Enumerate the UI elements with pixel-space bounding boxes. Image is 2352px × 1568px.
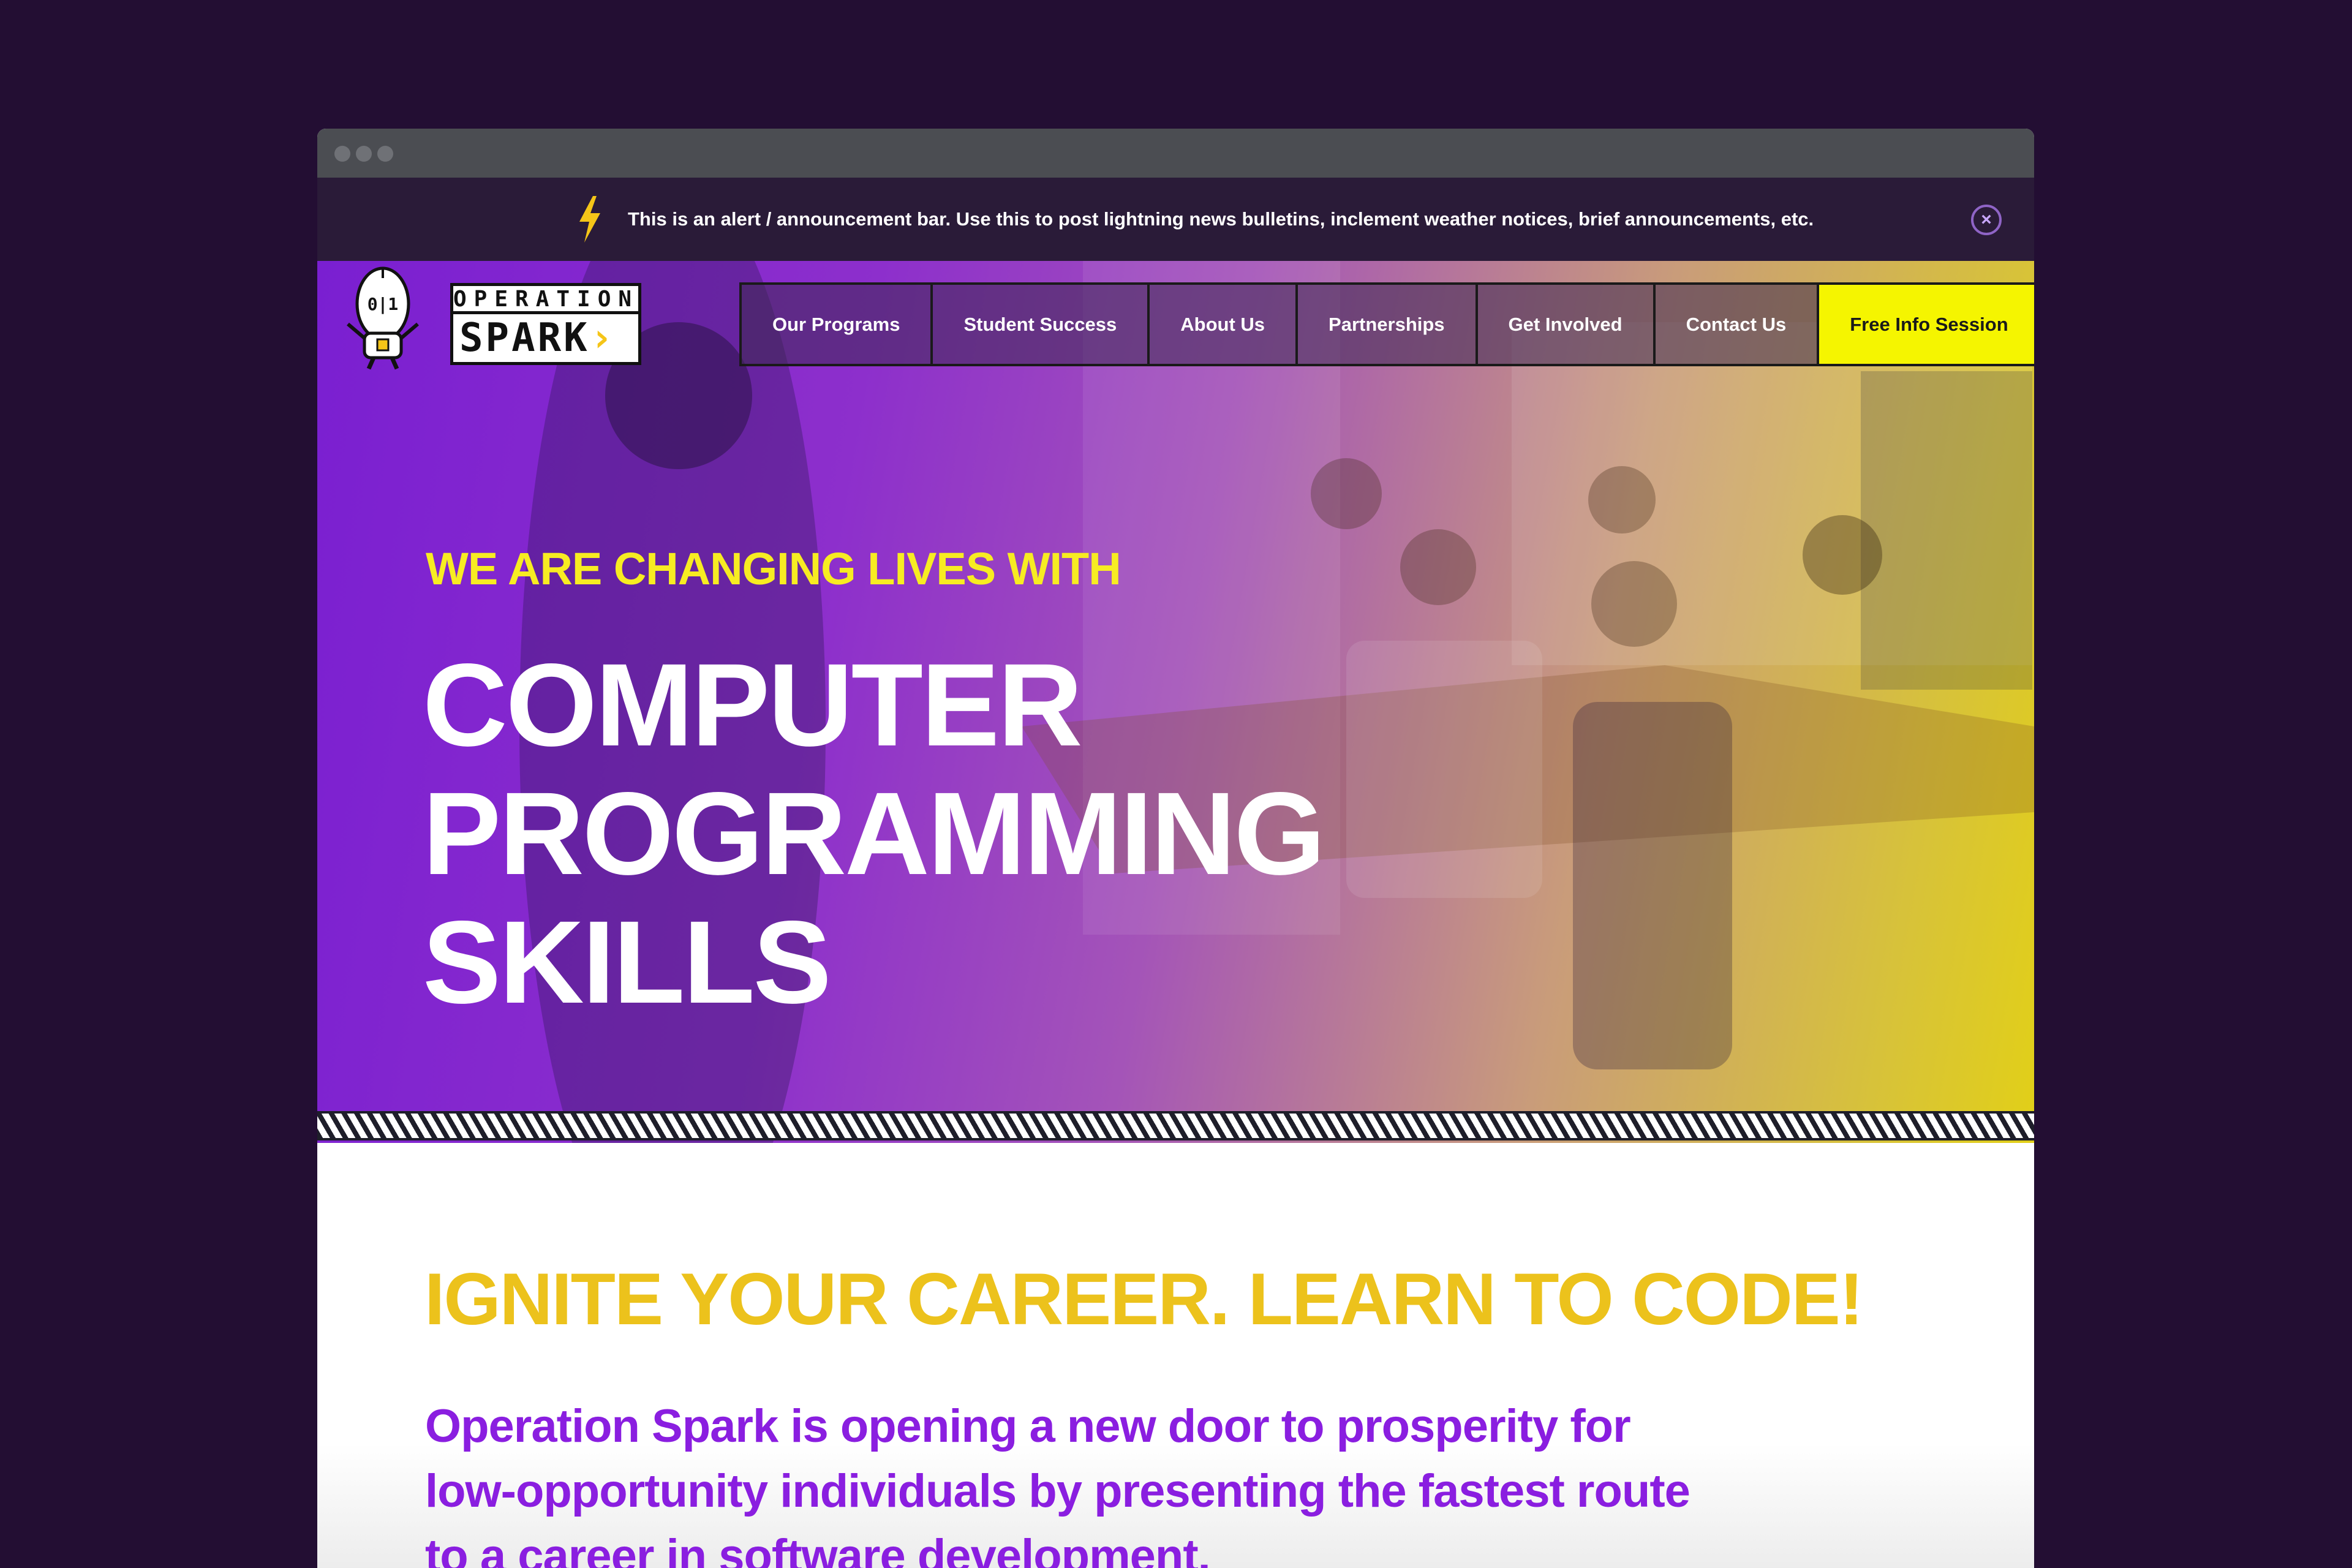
intro-section: IGNITE YOUR CAREER. LEARN TO CODE! Opera…	[317, 1143, 2034, 1568]
mascot-robot-icon: 0|1	[347, 266, 419, 370]
logo-spark-text: SPARK›	[459, 315, 616, 361]
nav-item-our-programs[interactable]: Our Programs	[742, 285, 933, 364]
nav-item-get-involved[interactable]: Get Involved	[1477, 285, 1656, 364]
lightning-bolt-icon	[579, 196, 600, 243]
main-navigation: Our Programs Student Success About Us Pa…	[739, 282, 2034, 366]
close-icon[interactable]: ×	[1971, 205, 2002, 235]
nav-item-about-us[interactable]: About Us	[1150, 285, 1298, 364]
announcement-bar: This is an alert / announcement bar. Use…	[317, 178, 2034, 261]
logo-wordmark: OPERATION SPARK›	[450, 283, 641, 365]
window-dot-icon[interactable]	[377, 146, 393, 162]
intro-paragraph: Operation Spark is opening a new door to…	[425, 1400, 1691, 1568]
nav-item-partnerships[interactable]: Partnerships	[1298, 285, 1478, 364]
hero-section: 0|1 OPERATION SPARK› Our Programs Studen…	[317, 261, 2034, 1247]
announcement-text: This is an alert / announcement bar. Use…	[628, 208, 1814, 230]
hero-headline-line: COMPUTER	[423, 639, 1083, 771]
logo-operation-text: OPERATION	[453, 286, 638, 314]
hero-headline: COMPUTER PROGRAMMING SKILLS	[423, 639, 1325, 1028]
striped-divider	[317, 1111, 2034, 1140]
nav-item-contact-us[interactable]: Contact Us	[1655, 285, 1820, 364]
section-heading: IGNITE YOUR CAREER. LEARN TO CODE!	[424, 1258, 1864, 1340]
window-dot-icon[interactable]	[334, 146, 350, 162]
hero-headline-line: PROGRAMMING	[423, 767, 1325, 899]
free-info-session-button[interactable]: Free Info Session	[1819, 285, 2034, 364]
operation-spark-logo[interactable]: 0|1 OPERATION SPARK›	[337, 266, 641, 374]
hero-eyebrow: WE ARE CHANGING LIVES WITH	[426, 543, 1121, 594]
hero-headline-line: SKILLS	[423, 896, 832, 1028]
nav-item-student-success[interactable]: Student Success	[933, 285, 1150, 364]
browser-window: This is an alert / announcement bar. Use…	[317, 129, 2034, 1568]
window-dot-icon[interactable]	[356, 146, 372, 162]
mascot-label: 0|1	[368, 294, 399, 314]
window-titlebar	[317, 129, 2034, 178]
